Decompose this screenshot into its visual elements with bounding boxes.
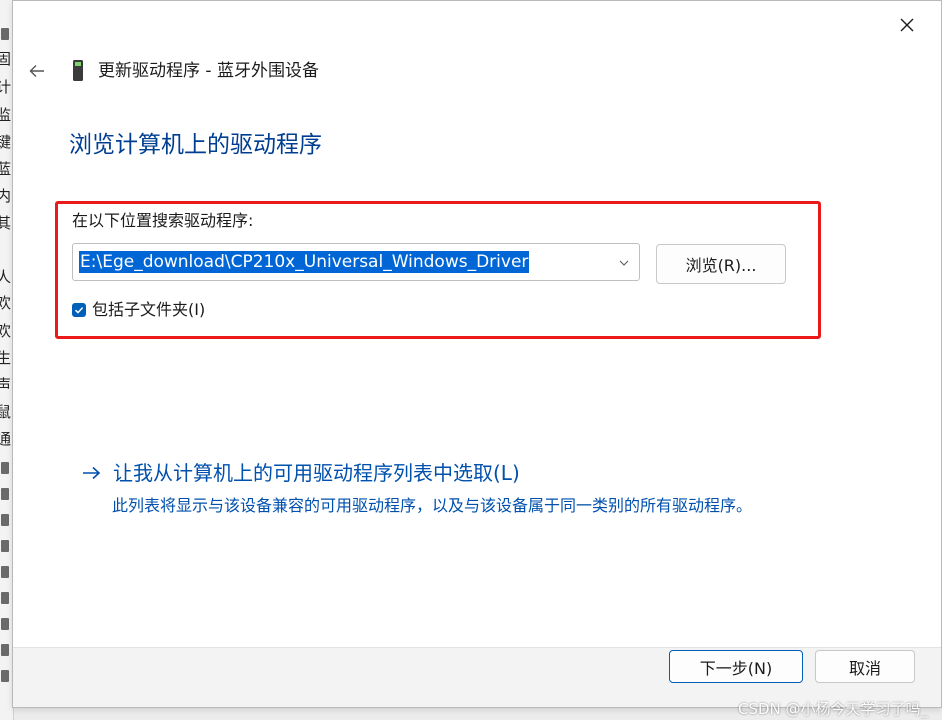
- watermark: CSDN @小杨今天学习了吗_: [737, 700, 928, 718]
- close-button[interactable]: [893, 11, 921, 39]
- browse-button-label: 浏览(R)...: [685, 256, 757, 275]
- dialog-header: 更新驱动程序 - 蓝牙外围设备: [13, 53, 941, 89]
- device-icon: [1, 566, 9, 578]
- device-icon: [1, 488, 9, 500]
- bluetooth-device-icon: [73, 60, 83, 81]
- dialog-footer: 下一步(N) 取消: [13, 647, 941, 707]
- chevron-down-icon[interactable]: [617, 256, 631, 270]
- update-driver-dialog: 更新驱动程序 - 蓝牙外围设备 浏览计算机上的驱动程序 在以下位置搜索驱动程序:…: [12, 0, 942, 708]
- device-icon: [1, 514, 9, 526]
- browse-button[interactable]: 浏览(R)...: [656, 244, 786, 284]
- pick-from-list-label: 让我从计算机上的可用驱动程序列表中选取(L): [113, 461, 520, 485]
- include-subfolders-option[interactable]: 包括子文件夹(I): [72, 299, 205, 321]
- right-arrow-icon: [83, 466, 101, 480]
- device-icon: [1, 618, 9, 630]
- device-icon: [1, 592, 9, 604]
- pick-from-list-description: 此列表将显示与该设备兼容的可用驱动程序，以及与该设备属于同一类别的所有驱动程序。: [112, 496, 753, 515]
- pick-from-list-option: 让我从计算机上的可用驱动程序列表中选取(L) 此列表将显示与该设备兼容的可用驱动…: [81, 459, 841, 518]
- back-button[interactable]: [23, 57, 51, 85]
- close-icon: [900, 18, 914, 32]
- cancel-button[interactable]: 取消: [815, 650, 915, 683]
- include-subfolders-checkbox[interactable]: [72, 303, 86, 317]
- search-location-section: 在以下位置搜索驱动程序: E:\Ege_download\CP210x_Univ…: [55, 201, 821, 339]
- device-icon: [1, 540, 9, 552]
- back-arrow-icon: [29, 65, 44, 77]
- cancel-button-label: 取消: [848, 658, 881, 678]
- search-location-label: 在以下位置搜索驱动程序:: [72, 211, 254, 230]
- device-icon: [1, 28, 9, 40]
- next-button[interactable]: 下一步(N): [669, 650, 803, 683]
- device-icon: [1, 462, 9, 474]
- dialog-title: 更新驱动程序 - 蓝牙外围设备: [98, 61, 319, 81]
- device-icon: [1, 644, 9, 656]
- page-heading: 浏览计算机上的驱动程序: [69, 132, 322, 158]
- pick-from-list-link[interactable]: 让我从计算机上的可用驱动程序列表中选取(L): [81, 459, 841, 487]
- next-button-label: 下一步(N): [699, 658, 773, 678]
- device-icon: [1, 670, 9, 682]
- driver-path-input[interactable]: E:\Ege_download\CP210x_Universal_Windows…: [72, 243, 640, 281]
- checkmark-icon: [74, 307, 84, 314]
- driver-path-value: E:\Ege_download\CP210x_Universal_Windows…: [79, 251, 530, 273]
- include-subfolders-label: 包括子文件夹(I): [92, 300, 206, 319]
